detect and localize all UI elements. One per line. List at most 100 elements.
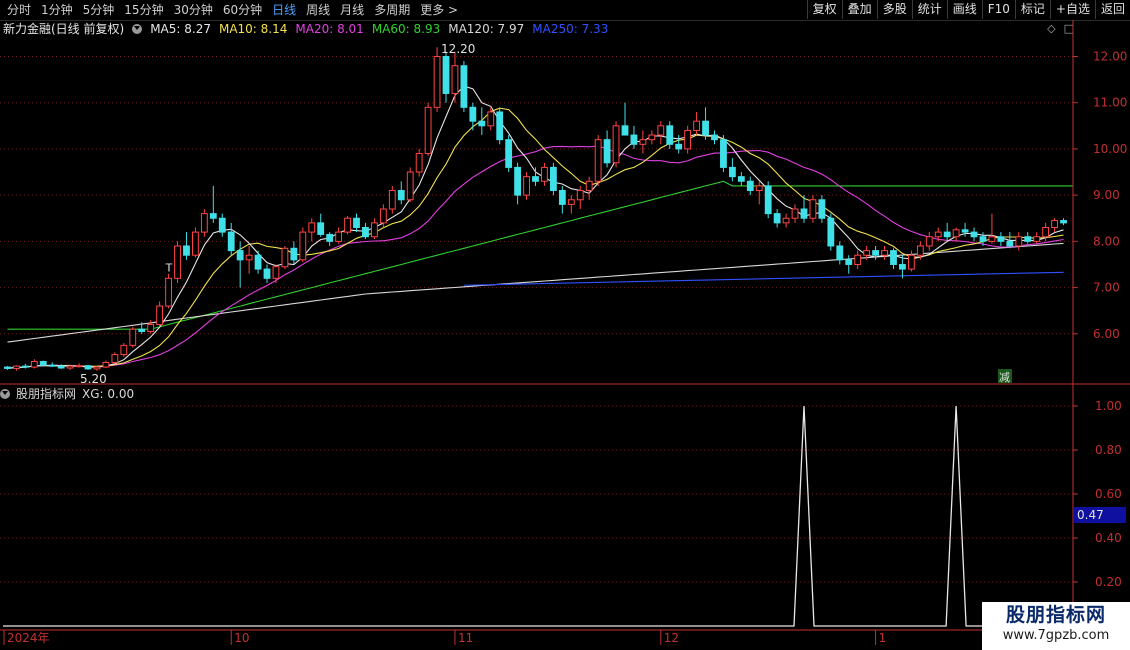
candle-body xyxy=(263,268,271,279)
candle-body xyxy=(4,366,11,369)
indicator-dropdown-icon[interactable] xyxy=(0,389,10,399)
kline-chart[interactable]: 12.0011.0010.009.008.007.006.0012.205.20… xyxy=(0,0,1130,650)
period-tab-0[interactable]: 分时 xyxy=(2,2,36,18)
candle-body xyxy=(567,199,575,205)
candle-body xyxy=(406,171,414,201)
candle-body xyxy=(1033,236,1041,242)
xg-line xyxy=(3,405,1068,627)
diamond-icon[interactable]: ◇ xyxy=(1047,22,1055,35)
candle-body xyxy=(1015,236,1023,247)
period-tab-7[interactable]: 周线 xyxy=(301,2,335,18)
candle-body xyxy=(362,226,369,238)
candle-body xyxy=(693,120,701,131)
period-tabs: 分时 1分钟 5分钟 15分钟 30分钟 60分钟 日线 周线 月线 多周期 更多 > xyxy=(2,2,463,18)
candle-body xyxy=(1060,220,1067,224)
candle-body xyxy=(711,134,718,141)
candle-body xyxy=(854,254,862,265)
candle-body xyxy=(433,55,441,108)
t-marker: T xyxy=(165,261,173,274)
candle-body xyxy=(612,125,620,164)
candle-body xyxy=(344,217,351,233)
candle-body xyxy=(657,125,665,136)
candle-body xyxy=(227,231,235,252)
period-tab-4[interactable]: 30分钟 xyxy=(169,2,218,18)
jian-badge: 减 xyxy=(999,371,1010,384)
period-tab-10[interactable]: 更多 > xyxy=(415,2,463,18)
candle-body xyxy=(21,365,29,368)
candle-body xyxy=(272,266,280,279)
candle-body xyxy=(720,139,727,168)
candle-body xyxy=(621,125,629,136)
candle-body xyxy=(1051,220,1058,228)
tool-button-1[interactable]: 叠加 xyxy=(841,0,877,19)
tool-button-2[interactable]: 多股 xyxy=(876,0,912,19)
candle-body xyxy=(460,65,468,108)
period-tab-9[interactable]: 多周期 xyxy=(369,2,415,18)
candle-body xyxy=(147,324,155,332)
candle-body xyxy=(120,344,128,356)
high-annotation: 12.20 xyxy=(441,42,475,56)
ind-tick-label: 0.40 xyxy=(1095,531,1122,545)
period-tab-1[interactable]: 1分钟 xyxy=(36,2,78,18)
ma-legend: MA5: 8.27 MA10: 8.14 MA20: 8.01 MA60: 8.93 M… xyxy=(150,21,608,37)
candle-body xyxy=(174,245,181,279)
period-tab-2[interactable]: 5分钟 xyxy=(78,2,120,18)
low-annotation: 5.20 xyxy=(80,372,107,386)
candle-body xyxy=(755,185,763,192)
tool-button-5[interactable]: F10 xyxy=(981,0,1015,19)
candle-body xyxy=(75,365,83,368)
candle-body xyxy=(872,250,879,256)
candle-body xyxy=(299,231,307,261)
candle-body xyxy=(925,236,933,247)
period-tab-5[interactable]: 60分钟 xyxy=(218,2,267,18)
candle-body xyxy=(684,129,692,150)
candle-body xyxy=(881,250,888,256)
candle-body xyxy=(899,263,906,270)
candle-body xyxy=(388,190,396,210)
candle-body xyxy=(603,139,611,164)
candle-body xyxy=(952,229,960,238)
candle-body xyxy=(370,222,378,238)
tool-button-3[interactable]: 统计 xyxy=(911,0,947,19)
candle-body xyxy=(666,125,674,145)
period-tab-6[interactable]: 日线 xyxy=(267,2,301,18)
stock-info-bar: 新力金融(日线 前复权) MA5: 8.27 MA10: 8.14 MA20: 8.… xyxy=(0,21,608,37)
tool-button-7[interactable]: +自选 xyxy=(1049,0,1095,19)
candle-body xyxy=(594,139,602,182)
tool-button-0[interactable]: 复权 xyxy=(806,0,842,19)
candle-body xyxy=(916,245,924,256)
candle-body xyxy=(809,199,817,219)
square-icon[interactable]: □ xyxy=(1064,22,1074,35)
candle-body xyxy=(415,153,423,173)
dropdown-circle-icon[interactable] xyxy=(132,24,143,34)
tool-button-6[interactable]: 标记 xyxy=(1014,0,1050,19)
candle-body xyxy=(209,213,217,219)
candle-body xyxy=(1006,240,1014,247)
candle-body xyxy=(988,236,996,242)
jian-badge-bg xyxy=(998,369,1012,383)
candle-body xyxy=(192,231,199,256)
ma-label-0: MA5: 8.27 xyxy=(150,22,211,36)
candle-body xyxy=(1042,226,1050,238)
candle-body xyxy=(746,180,754,192)
candle-body xyxy=(549,166,557,192)
period-tab-8[interactable]: 月线 xyxy=(335,2,369,18)
candle-body xyxy=(48,364,56,367)
candle-body xyxy=(737,176,745,182)
candle-body xyxy=(773,213,781,224)
ma20-line xyxy=(7,145,1064,369)
tool-button-4[interactable]: 画线 xyxy=(946,0,982,19)
candle-body xyxy=(165,277,172,307)
period-tab-3[interactable]: 15分钟 xyxy=(119,2,168,18)
price-tick-label: 12.00 xyxy=(1093,49,1127,63)
candle-body xyxy=(487,111,495,127)
candle-body xyxy=(800,208,808,219)
candle-body xyxy=(675,143,683,150)
indicator-value: XG: 0.00 xyxy=(82,387,135,401)
tool-button-8[interactable]: 返回 xyxy=(1094,0,1130,19)
indicator-info-bar: 股朋指标网 XG: 0.00 xyxy=(0,386,134,402)
candle-body xyxy=(630,134,638,145)
candle-body xyxy=(93,366,101,370)
candle-body xyxy=(353,217,360,228)
candle-body xyxy=(254,254,262,270)
